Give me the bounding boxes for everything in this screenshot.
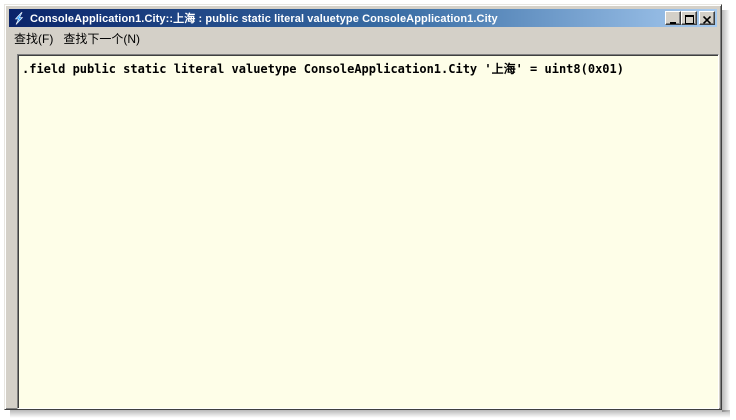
title-bar[interactable]: ConsoleApplication1.City::上海 : public st… — [9, 9, 717, 27]
window-shadow-bottom — [10, 410, 730, 418]
maximize-icon — [684, 9, 694, 28]
lightning-icon[interactable] — [12, 11, 26, 25]
application-window: ConsoleApplication1.City::上海 : public st… — [4, 4, 722, 410]
menu-find[interactable]: 查找(F) — [9, 30, 58, 48]
minimize-button[interactable] — [665, 11, 681, 25]
il-field-line: .field public static literal valuetype C… — [22, 62, 624, 76]
disassembly-text-area[interactable]: .field public static literal valuetype C… — [17, 54, 719, 409]
window-shadow-right — [722, 10, 730, 412]
close-button[interactable] — [699, 11, 715, 25]
menu-bar: 查找(F) 查找下一个(N) — [9, 29, 145, 49]
window-title: ConsoleApplication1.City::上海 : public st… — [30, 13, 498, 25]
close-icon — [702, 9, 712, 28]
menu-find-next[interactable]: 查找下一个(N) — [58, 30, 145, 48]
caption-buttons — [665, 11, 715, 25]
minimize-icon — [669, 9, 677, 28]
maximize-button[interactable] — [681, 11, 697, 25]
